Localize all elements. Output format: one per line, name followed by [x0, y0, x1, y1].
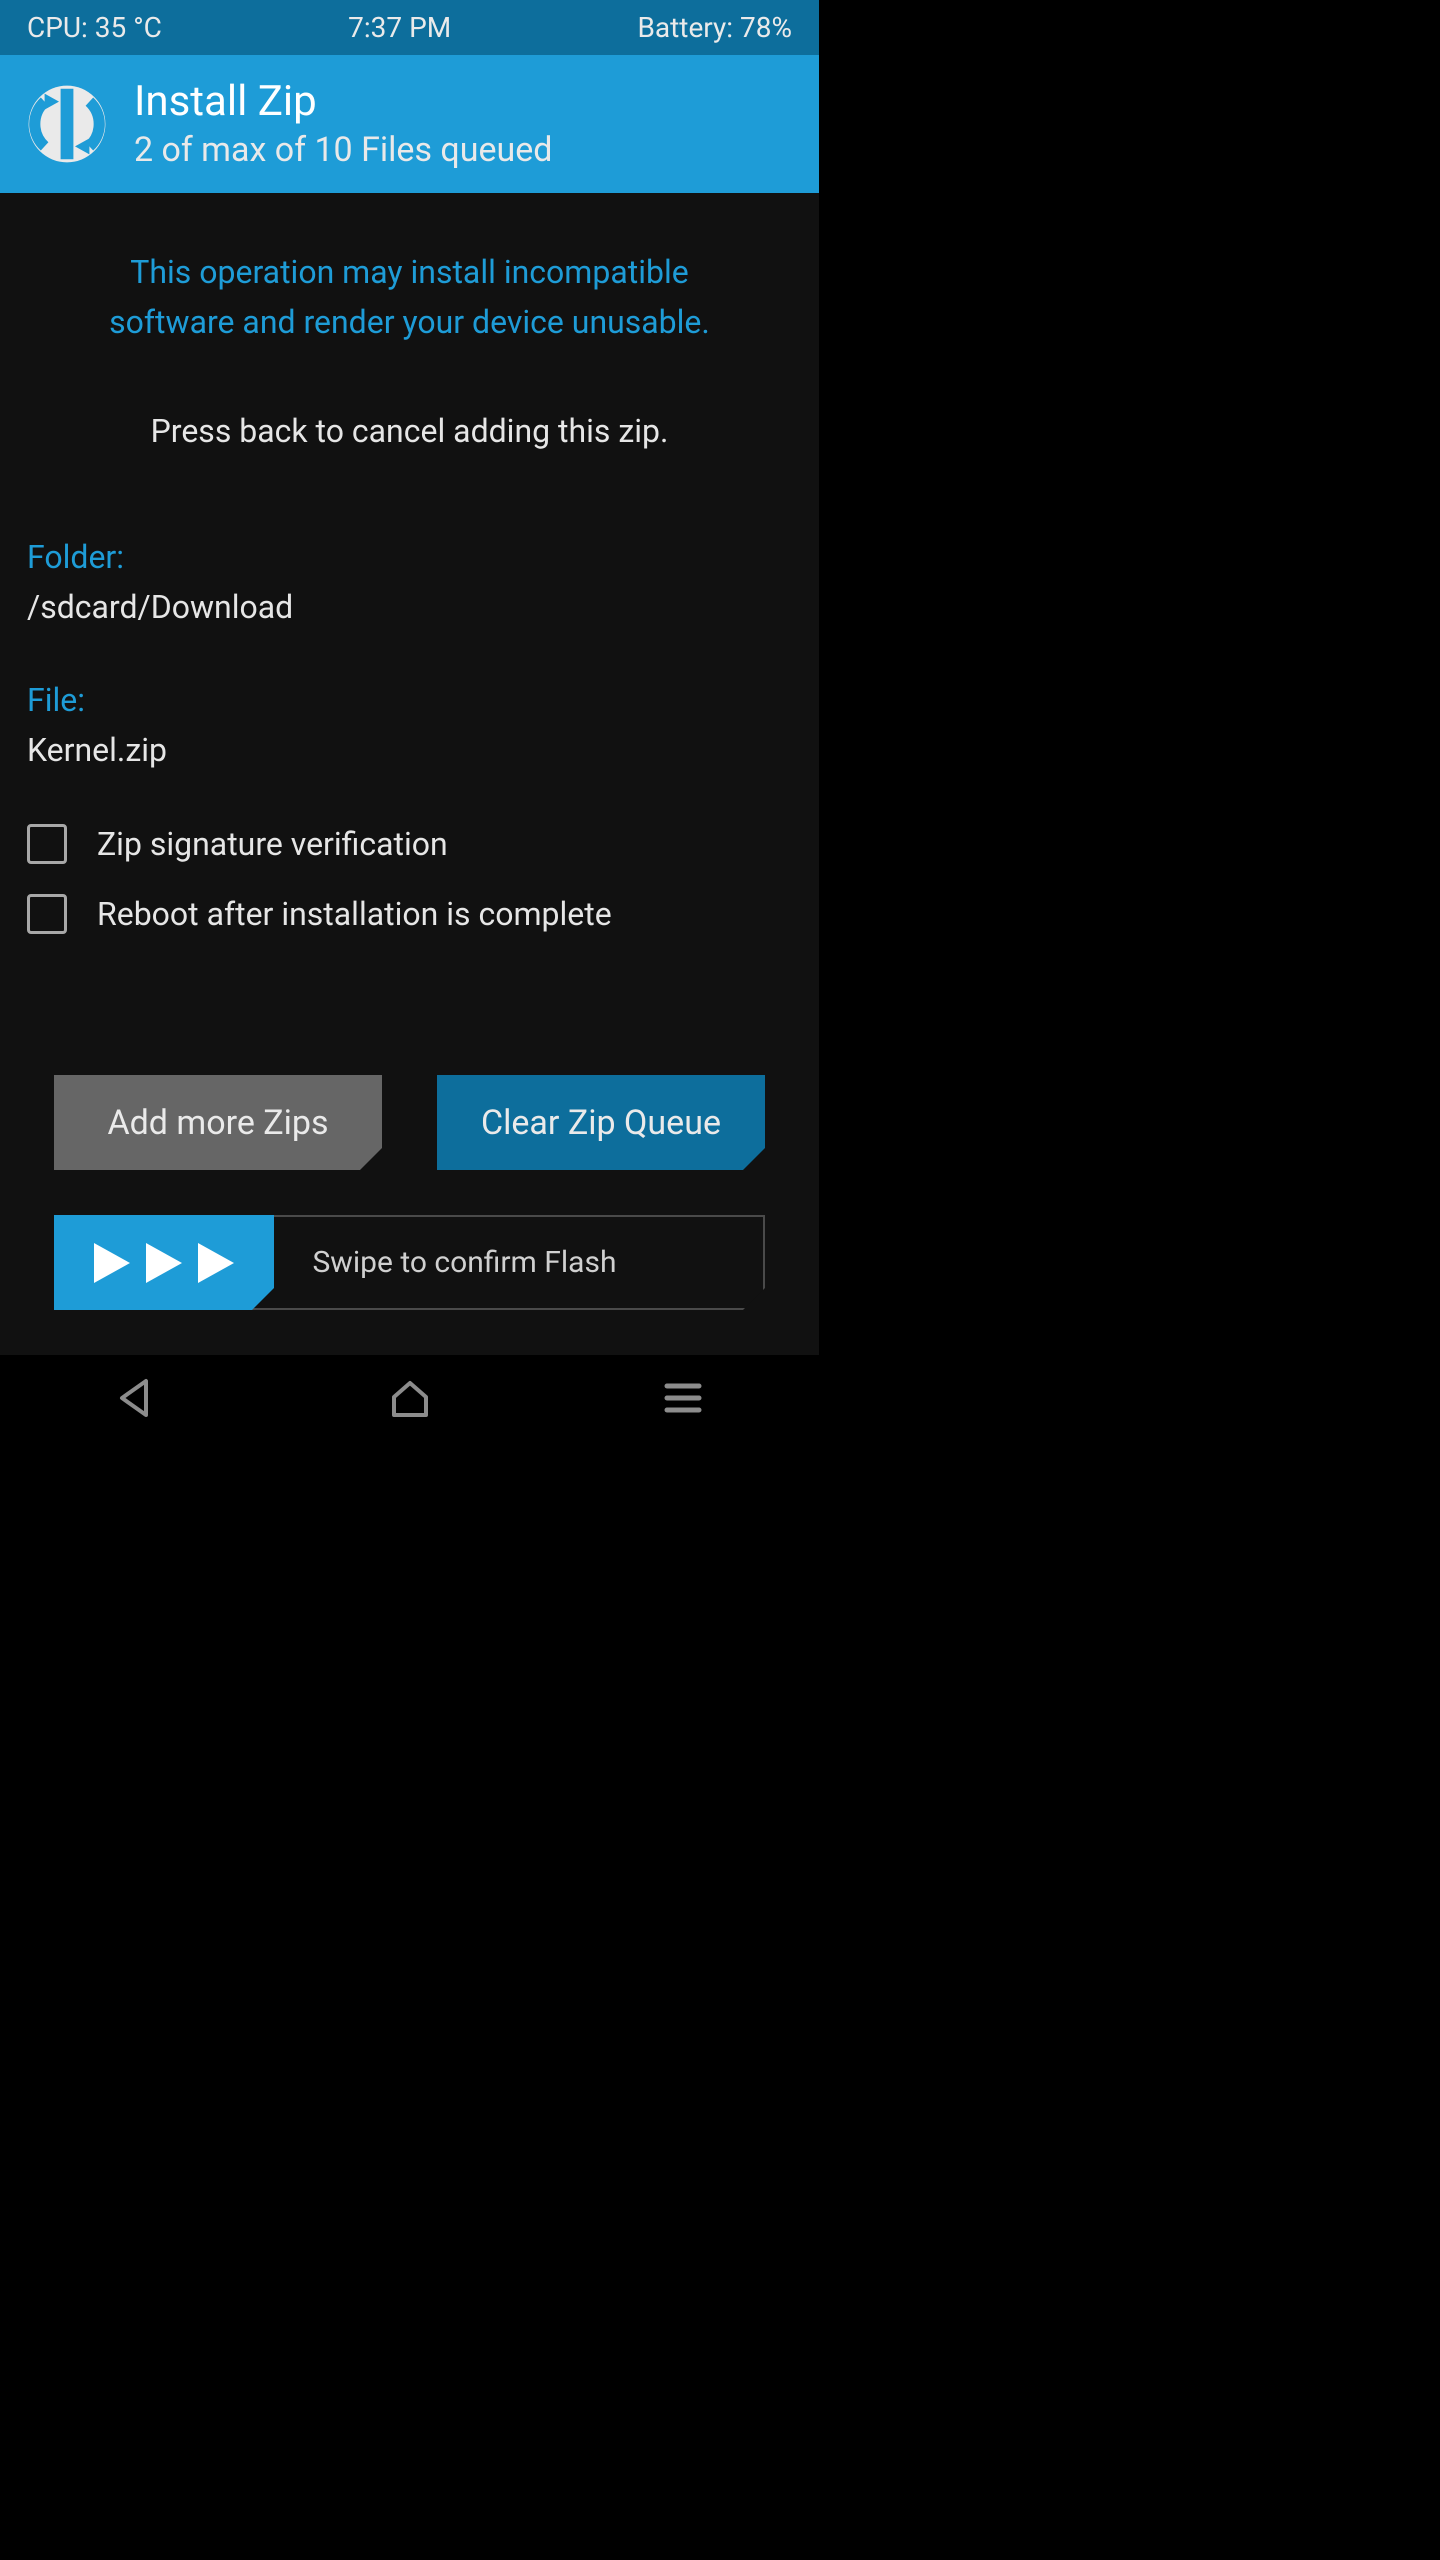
battery-status: Battery: 78%	[637, 11, 792, 44]
swipe-handle[interactable]	[54, 1215, 274, 1310]
status-bar: CPU: 35 °C 7:37 PM Battery: 78%	[0, 0, 819, 55]
swipe-to-confirm[interactable]: Swipe to confirm Flash	[54, 1215, 765, 1310]
clear-zip-queue-label: Clear Zip Queue	[481, 1103, 721, 1143]
instruction-text: Press back to cancel adding this zip.	[27, 412, 792, 450]
nav-menu-button[interactable]	[583, 1380, 783, 1416]
reboot-after-checkbox-row[interactable]: Reboot after installation is complete	[27, 894, 792, 934]
home-icon	[388, 1377, 432, 1419]
file-label: File:	[27, 681, 792, 719]
play-icon	[194, 1239, 238, 1287]
clear-zip-queue-button[interactable]: Clear Zip Queue	[437, 1075, 765, 1170]
play-icon	[142, 1239, 186, 1287]
checkbox-icon	[27, 894, 67, 934]
add-more-zips-button[interactable]: Add more Zips	[54, 1075, 382, 1170]
folder-label: Folder:	[27, 538, 792, 576]
nav-back-button[interactable]	[37, 1377, 237, 1419]
page-title: Install Zip	[134, 78, 552, 126]
nav-home-button[interactable]	[310, 1377, 510, 1419]
clock: 7:37 PM	[348, 11, 451, 44]
twrp-logo-icon	[27, 84, 107, 164]
cpu-temp: CPU: 35 °C	[27, 11, 162, 44]
app-header: Install Zip 2 of max of 10 Files queued	[0, 55, 819, 193]
content-area: This operation may install incompatible …	[0, 193, 819, 1310]
play-icon	[90, 1239, 134, 1287]
folder-value: /sdcard/Download	[27, 588, 792, 626]
zip-signature-label: Zip signature verification	[97, 825, 448, 863]
menu-icon	[663, 1380, 703, 1416]
checkbox-icon	[27, 824, 67, 864]
page-subtitle: 2 of max of 10 Files queued	[134, 131, 552, 170]
add-more-zips-label: Add more Zips	[107, 1103, 328, 1143]
warning-text: This operation may install incompatible …	[27, 248, 792, 347]
system-nav-bar	[0, 1355, 819, 1440]
file-value: Kernel.zip	[27, 731, 792, 769]
zip-signature-checkbox-row[interactable]: Zip signature verification	[27, 824, 792, 864]
reboot-after-label: Reboot after installation is complete	[97, 895, 612, 933]
back-icon	[116, 1377, 158, 1419]
